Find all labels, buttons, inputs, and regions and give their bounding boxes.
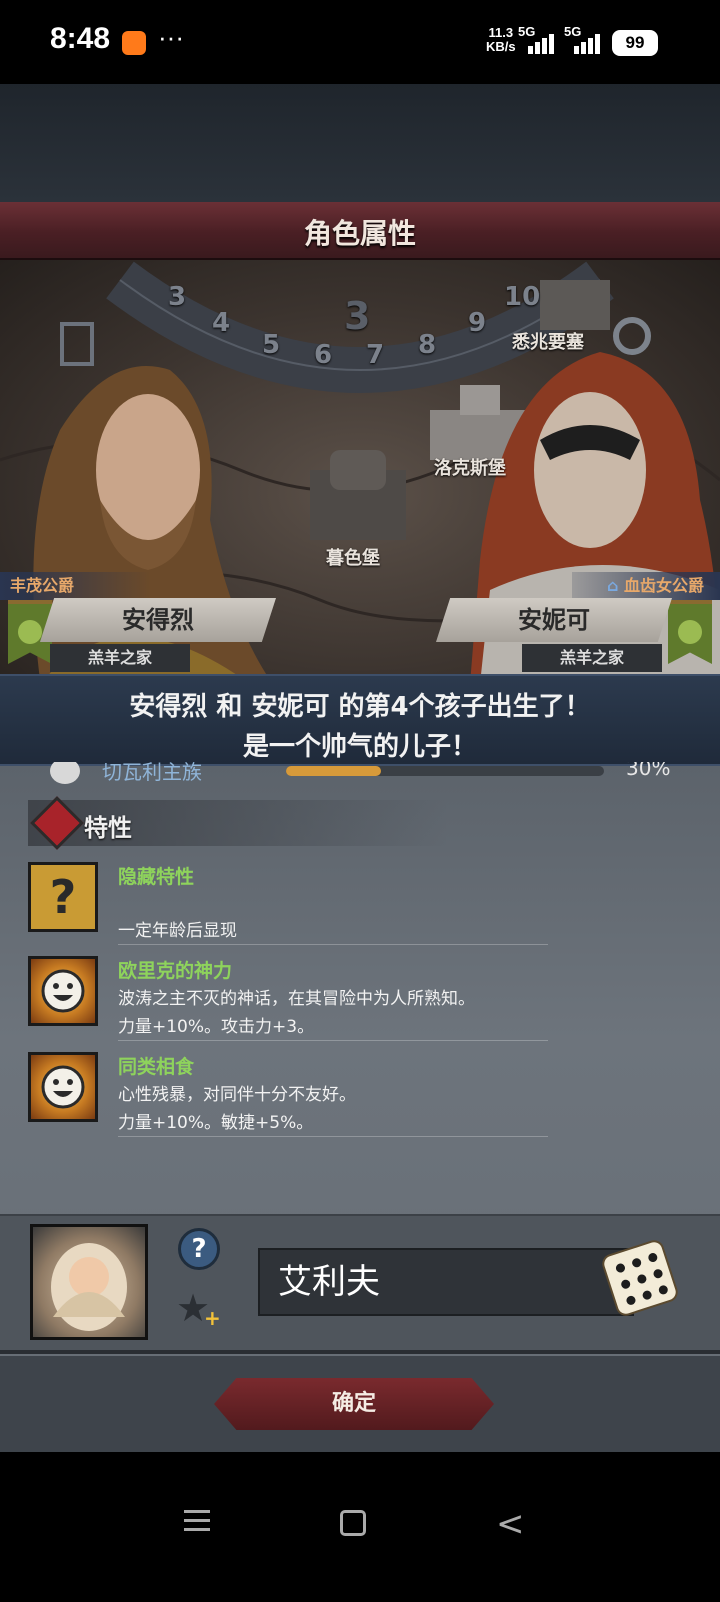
clan-percent: 30% (626, 762, 671, 780)
father-name-plate[interactable]: 安得烈 (40, 598, 276, 642)
network-speed-unit: KB/s (486, 39, 516, 54)
map-location-fortress[interactable]: 悉兆要塞 (512, 328, 584, 354)
status-bar: 8:48 ··· 11.3 KB/s 5G 5G 99 (0, 0, 720, 84)
svg-text:?: ? (50, 870, 77, 924)
map-location-dusk[interactable]: 暮色堡 (326, 544, 380, 570)
trait-desc: 心性残暴，对同伴十分不友好。 (118, 1085, 356, 1105)
father-house: 羔羊之家 (50, 644, 190, 672)
child-portrait (30, 1224, 148, 1340)
network-speed-value: 11.3 (488, 25, 514, 40)
confirm-button[interactable]: 确定 (214, 1378, 494, 1430)
trait-divider (118, 944, 548, 945)
help-button[interactable]: ? (178, 1228, 220, 1270)
trait-desc: 一定年龄后显现 (118, 921, 237, 941)
trait-effect: 力量+10%。敏捷+5%。 (118, 1113, 314, 1133)
battery-icon: 99 (612, 30, 658, 56)
trait-effect: 力量+10%。攻击力+3。 (118, 1017, 315, 1037)
trait-desc: 波涛之主不灭的神话，在其冒险中为人所熟知。 (118, 989, 475, 1009)
clan-emblem-icon (50, 762, 80, 784)
title-banner: 角色属性 (0, 202, 720, 260)
mother-title: ⌂ 血齿女公爵 (572, 572, 720, 600)
trait-divider (118, 1040, 548, 1041)
network-speed: 11.3 KB/s (486, 26, 516, 54)
trait-name: 隐藏特性 (118, 866, 195, 888)
child-name-field[interactable]: 艾利夫 (258, 1248, 634, 1316)
status-time: 8:48 (50, 22, 111, 55)
mother-house-name: 羔羊之家 (559, 648, 624, 667)
clan-row: 切瓦利主族 30% (50, 762, 690, 788)
birth-message: 安得烈 和 安妮可 的第4个孩子出生了！ 是一个帅气的儿子！ (0, 674, 720, 766)
clan-progress-fill (286, 766, 382, 776)
traits-title: 特性 (84, 814, 132, 842)
wheel-number: 9 (468, 308, 487, 338)
trait-name: 同类相食 (118, 1056, 195, 1078)
map-location-castle[interactable]: 洛克斯堡 (434, 454, 506, 480)
birth-message-line-1: 安得烈 和 安妮可 的第4个孩子出生了！ (129, 692, 591, 722)
clan-progress-bar (286, 766, 604, 776)
father-house-name: 羔羊之家 (87, 648, 152, 667)
screen-title: 角色属性 (303, 217, 416, 250)
trait-item[interactable]: ? 隐藏特性 一定年龄后显现 (28, 862, 548, 945)
status-more-icon: ··· (158, 22, 184, 52)
wheel-number: 10 (504, 282, 541, 312)
trait-name: 欧里克的神力 (118, 960, 233, 982)
wheel-numbers: 3 (344, 294, 370, 338)
app-notification-icon (122, 31, 146, 55)
trait-divider (118, 1136, 548, 1137)
smile-icon (28, 1052, 98, 1122)
wheel-number: 4 (212, 308, 231, 338)
wheel-number: 7 (366, 340, 385, 370)
wheel-number: 3 (168, 282, 187, 312)
wheel-number: 8 (418, 330, 437, 360)
home-icon[interactable] (340, 1510, 366, 1536)
crown-icon: ⌂ (606, 576, 619, 595)
birth-message-line-2: 是一个帅气的儿子！ (242, 732, 477, 762)
star-plus-icon: + (204, 1306, 221, 1330)
mother-name: 安妮可 (518, 606, 590, 634)
smile-icon (28, 956, 98, 1026)
signal-icon-2 (572, 32, 606, 54)
wheel-number: 3 (344, 294, 371, 338)
father-name: 安得烈 (122, 606, 194, 634)
mother-name-plate[interactable]: 安妮可 (436, 598, 672, 642)
menu-icon[interactable] (184, 1508, 210, 1532)
father-title: 丰茂公爵 (0, 572, 150, 600)
wheel-number: 6 (314, 340, 333, 370)
back-icon[interactable]: < (496, 1504, 525, 1544)
mother-house: 羔羊之家 (522, 644, 662, 672)
question-icon: ? (28, 862, 98, 932)
trait-item[interactable]: 同类相食 心性残暴，对同伴十分不友好。 力量+10%。敏捷+5%。 (28, 1052, 548, 1137)
trait-item[interactable]: 欧里克的神力 波涛之主不灭的神话，在其冒险中为人所熟知。 力量+10%。攻击力+… (28, 956, 548, 1041)
wheel-number: 5 (262, 330, 281, 360)
clan-name: 切瓦利主族 (102, 762, 202, 784)
game-header-area (0, 84, 720, 202)
signal-icon (526, 32, 560, 54)
mother-title-text: 血齿女公爵 (623, 576, 704, 595)
